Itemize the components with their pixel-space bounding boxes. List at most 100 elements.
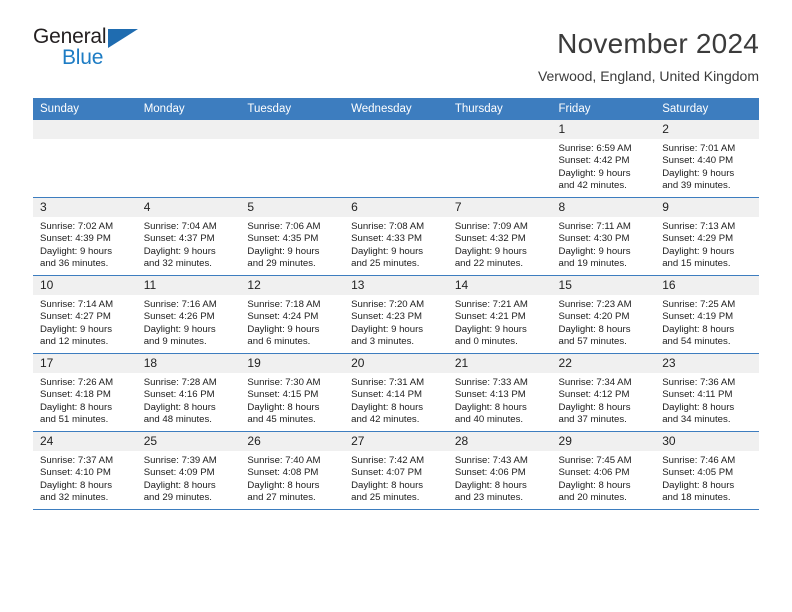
daylight-text-line1: Daylight: 8 hours bbox=[247, 479, 320, 491]
calendar-day-cell[interactable]: 11 Sunrise: 7:16 AM Sunset: 4:26 PM Dayligh… bbox=[136, 275, 241, 354]
sunrise-text: Sunrise: 7:18 AM bbox=[247, 299, 321, 310]
sunset-text: Sunset: 4:35 PM bbox=[247, 233, 319, 245]
day-details: Sunrise: 7:43 AM Sunset: 4:06 PM Daylight:… bbox=[448, 451, 552, 505]
weekday-header-tuesday: Tuesday bbox=[240, 98, 345, 120]
calendar-day-cell[interactable]: 15 Sunrise: 7:23 AM Sunset: 4:20 PM Dayligh… bbox=[551, 275, 656, 354]
daylight-text-line1: Daylight: 9 hours bbox=[351, 245, 424, 257]
daylight-text-line2: and 51 minutes. bbox=[40, 414, 109, 426]
calendar-day-cell[interactable]: 8 Sunrise: 7:11 AM Sunset: 4:30 PM Daylight… bbox=[551, 197, 656, 276]
general-blue-logo[interactable]: General Blue bbox=[33, 26, 163, 78]
sunset-text: Sunset: 4:12 PM bbox=[558, 389, 630, 401]
daylight-text-line1: Daylight: 8 hours bbox=[662, 479, 735, 491]
day-number: 28 bbox=[447, 432, 552, 451]
calendar-day-cell[interactable]: 13 Sunrise: 7:20 AM Sunset: 4:23 PM Dayligh… bbox=[344, 275, 448, 354]
day-number: 6 bbox=[344, 198, 448, 217]
calendar-day-cell[interactable]: 14 Sunrise: 7:21 AM Sunset: 4:21 PM Dayligh… bbox=[447, 275, 552, 354]
day-number: 27 bbox=[344, 432, 448, 451]
calendar-day-cell[interactable]: 23 Sunrise: 7:36 AM Sunset: 4:11 PM Dayligh… bbox=[655, 353, 759, 432]
sunrise-text: Sunrise: 7:04 AM bbox=[143, 221, 217, 232]
sunrise-text: Sunrise: 7:42 AM bbox=[351, 455, 425, 466]
calendar-day-cell[interactable]: 25 Sunrise: 7:39 AM Sunset: 4:09 PM Dayligh… bbox=[136, 431, 241, 510]
day-details: Sunrise: 7:01 AM Sunset: 4:40 PM Daylight:… bbox=[655, 139, 759, 193]
day-details: Sunrise: 7:37 AM Sunset: 4:10 PM Daylight:… bbox=[33, 451, 137, 505]
calendar-day-cell[interactable]: 2 Sunrise: 7:01 AM Sunset: 4:40 PM Daylight… bbox=[655, 120, 759, 198]
calendar-day-cell-empty bbox=[136, 120, 241, 198]
calendar-day-cell[interactable]: 4 Sunrise: 7:04 AM Sunset: 4:37 PM Daylight… bbox=[136, 197, 241, 276]
sunset-text: Sunset: 4:13 PM bbox=[454, 389, 526, 401]
calendar-day-cell[interactable]: 1 Sunrise: 6:59 AM Sunset: 4:42 PM Daylight… bbox=[551, 120, 656, 198]
sunset-text: Sunset: 4:14 PM bbox=[351, 389, 423, 401]
calendar-week-row: 3 Sunrise: 7:02 AM Sunset: 4:39 PM Daylight… bbox=[33, 197, 759, 276]
calendar-day-cell[interactable]: 12 Sunrise: 7:18 AM Sunset: 4:24 PM Dayligh… bbox=[240, 275, 345, 354]
calendar-day-cell[interactable]: 28 Sunrise: 7:43 AM Sunset: 4:06 PM Dayligh… bbox=[447, 431, 552, 510]
calendar-body: 1 Sunrise: 6:59 AM Sunset: 4:42 PM Daylight… bbox=[33, 120, 759, 510]
daylight-text-line1: Daylight: 8 hours bbox=[143, 479, 216, 491]
sunrise-text: Sunrise: 7:02 AM bbox=[40, 221, 114, 232]
sunrise-sunset-calendar: Sunday Monday Tuesday Wednesday Thursday… bbox=[33, 98, 759, 510]
day-details: Sunrise: 7:16 AM Sunset: 4:26 PM Daylight:… bbox=[137, 295, 241, 349]
sunset-text: Sunset: 4:05 PM bbox=[662, 467, 734, 479]
sunset-text: Sunset: 4:06 PM bbox=[454, 467, 526, 479]
sunset-text: Sunset: 4:20 PM bbox=[558, 311, 630, 323]
calendar-day-cell[interactable]: 22 Sunrise: 7:34 AM Sunset: 4:12 PM Dayligh… bbox=[551, 353, 656, 432]
calendar-day-cell-empty bbox=[240, 120, 345, 198]
day-details: Sunrise: 7:28 AM Sunset: 4:16 PM Daylight:… bbox=[137, 373, 241, 427]
daylight-text-line2: and 48 minutes. bbox=[143, 414, 212, 426]
calendar-day-cell[interactable]: 3 Sunrise: 7:02 AM Sunset: 4:39 PM Daylight… bbox=[33, 197, 137, 276]
daylight-text-line1: Daylight: 9 hours bbox=[40, 245, 112, 257]
day-number: 29 bbox=[551, 432, 656, 451]
day-number: 15 bbox=[551, 276, 656, 295]
calendar-day-cell[interactable]: 7 Sunrise: 7:09 AM Sunset: 4:32 PM Daylight… bbox=[447, 197, 552, 276]
daylight-text-line1: Daylight: 9 hours bbox=[454, 323, 527, 335]
daylight-text-line1: Daylight: 8 hours bbox=[558, 401, 631, 413]
calendar-day-cell[interactable]: 16 Sunrise: 7:25 AM Sunset: 4:19 PM Dayligh… bbox=[655, 275, 759, 354]
sunrise-text: Sunrise: 7:23 AM bbox=[558, 299, 632, 310]
calendar-day-cell[interactable]: 20 Sunrise: 7:31 AM Sunset: 4:14 PM Dayligh… bbox=[344, 353, 448, 432]
calendar-day-cell[interactable]: 17 Sunrise: 7:26 AM Sunset: 4:18 PM Dayligh… bbox=[33, 353, 137, 432]
sunset-text: Sunset: 4:16 PM bbox=[143, 389, 215, 401]
weekday-header-thursday: Thursday bbox=[447, 98, 552, 120]
calendar-day-cell[interactable]: 21 Sunrise: 7:33 AM Sunset: 4:13 PM Dayligh… bbox=[447, 353, 552, 432]
sunset-text: Sunset: 4:24 PM bbox=[247, 311, 319, 323]
day-number: 10 bbox=[33, 276, 137, 295]
day-details: Sunrise: 7:36 AM Sunset: 4:11 PM Daylight:… bbox=[655, 373, 759, 427]
calendar-day-cell-empty bbox=[447, 120, 552, 198]
calendar-day-cell[interactable]: 29 Sunrise: 7:45 AM Sunset: 4:06 PM Dayligh… bbox=[551, 431, 656, 510]
calendar-day-cell[interactable]: 9 Sunrise: 7:13 AM Sunset: 4:29 PM Daylight… bbox=[655, 197, 759, 276]
day-details: Sunrise: 7:34 AM Sunset: 4:12 PM Daylight:… bbox=[552, 373, 656, 427]
daylight-text-line2: and 39 minutes. bbox=[662, 180, 731, 192]
day-details: Sunrise: 7:04 AM Sunset: 4:37 PM Daylight:… bbox=[137, 217, 241, 271]
day-details: Sunrise: 7:08 AM Sunset: 4:33 PM Daylight:… bbox=[344, 217, 448, 271]
day-number: 20 bbox=[344, 354, 448, 373]
calendar-day-cell[interactable]: 18 Sunrise: 7:28 AM Sunset: 4:16 PM Dayligh… bbox=[136, 353, 241, 432]
calendar-day-cell[interactable]: 5 Sunrise: 7:06 AM Sunset: 4:35 PM Daylight… bbox=[240, 197, 345, 276]
sunset-text: Sunset: 4:07 PM bbox=[351, 467, 423, 479]
day-details: Sunrise: 7:11 AM Sunset: 4:30 PM Daylight:… bbox=[552, 217, 656, 271]
calendar-day-cell[interactable]: 6 Sunrise: 7:08 AM Sunset: 4:33 PM Daylight… bbox=[344, 197, 448, 276]
calendar-day-cell[interactable]: 19 Sunrise: 7:30 AM Sunset: 4:15 PM Dayligh… bbox=[240, 353, 345, 432]
sunset-text: Sunset: 4:42 PM bbox=[558, 155, 630, 167]
day-number: 9 bbox=[655, 198, 759, 217]
sunrise-text: Sunrise: 7:28 AM bbox=[143, 377, 217, 388]
daylight-text-line2: and 29 minutes. bbox=[143, 492, 212, 504]
sunrise-text: Sunrise: 7:14 AM bbox=[40, 299, 114, 310]
day-details bbox=[240, 139, 344, 193]
day-details bbox=[33, 139, 137, 193]
daylight-text-line2: and 40 minutes. bbox=[454, 414, 524, 426]
day-number: 18 bbox=[136, 354, 241, 373]
day-number: 21 bbox=[447, 354, 552, 373]
sunset-text: Sunset: 4:11 PM bbox=[662, 389, 733, 401]
calendar-day-cell-empty bbox=[33, 120, 137, 198]
sunrise-text: Sunrise: 7:16 AM bbox=[143, 299, 217, 310]
calendar-day-cell[interactable]: 26 Sunrise: 7:40 AM Sunset: 4:08 PM Dayligh… bbox=[240, 431, 345, 510]
day-details: Sunrise: 7:20 AM Sunset: 4:23 PM Daylight:… bbox=[344, 295, 448, 349]
daylight-text-line2: and 37 minutes. bbox=[558, 414, 627, 426]
calendar-day-cell[interactable]: 10 Sunrise: 7:14 AM Sunset: 4:27 PM Dayligh… bbox=[33, 275, 137, 354]
calendar-day-cell[interactable]: 27 Sunrise: 7:42 AM Sunset: 4:07 PM Dayligh… bbox=[344, 431, 448, 510]
calendar-day-cell[interactable]: 24 Sunrise: 7:37 AM Sunset: 4:10 PM Dayligh… bbox=[33, 431, 137, 510]
calendar-week-row: 1 Sunrise: 6:59 AM Sunset: 4:42 PM Daylight… bbox=[33, 120, 759, 198]
daylight-text-line1: Daylight: 8 hours bbox=[351, 479, 424, 491]
daylight-text-line1: Daylight: 9 hours bbox=[558, 245, 631, 257]
sunrise-text: Sunrise: 7:08 AM bbox=[351, 221, 425, 232]
calendar-day-cell[interactable]: 30 Sunrise: 7:46 AM Sunset: 4:05 PM Dayligh… bbox=[655, 431, 759, 510]
